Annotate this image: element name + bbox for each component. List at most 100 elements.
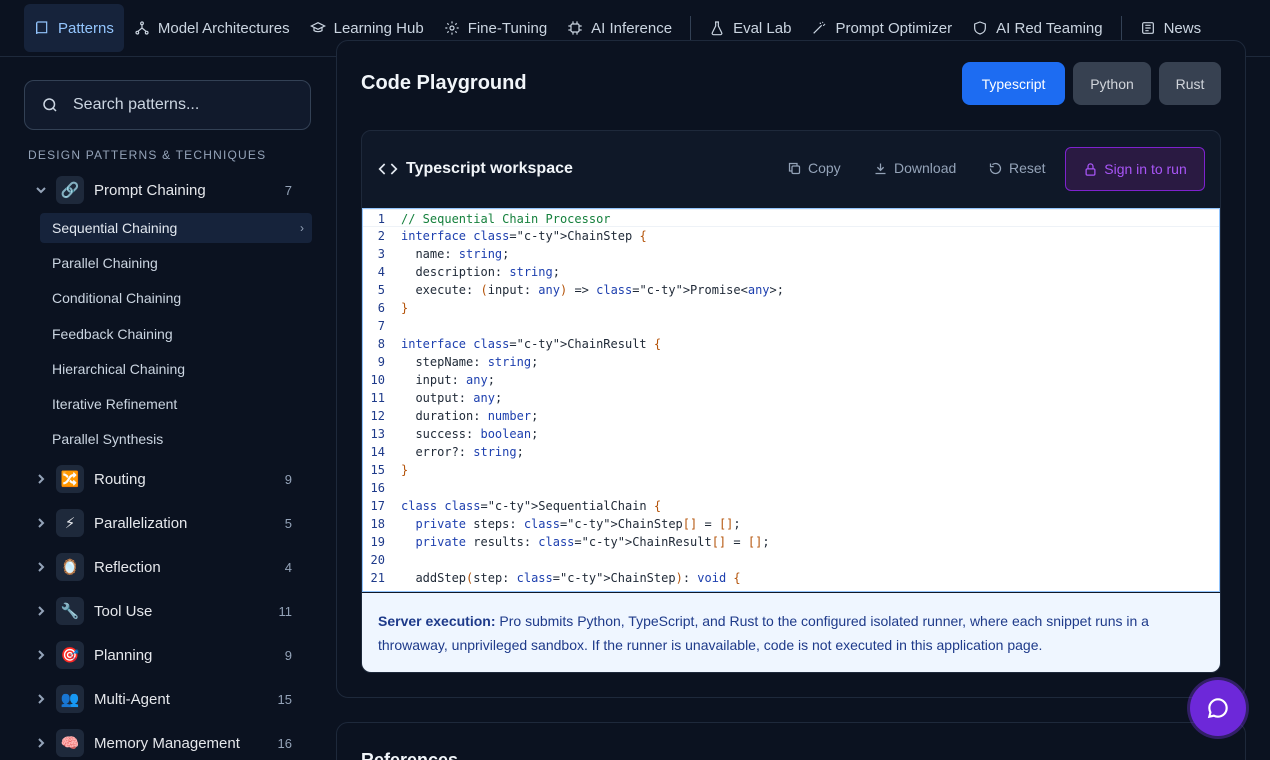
code-line[interactable]: 14 error?: string; (363, 443, 1219, 461)
chevron-down-icon[interactable] (32, 181, 50, 199)
sidebar-group-memory-management[interactable]: 🧠 Memory Management 16 (32, 725, 312, 760)
link-icon: 🔗 (56, 176, 84, 204)
lightning-icon: ⚡ (56, 509, 84, 537)
chevron-right-icon[interactable] (32, 734, 50, 752)
nav-label: Model Architectures (157, 19, 290, 37)
code-text: interface class="c-ty">ChainStep { (401, 229, 647, 243)
code-line[interactable]: 18 private steps: class="c-ty">ChainStep… (363, 515, 1219, 533)
code-line[interactable]: 9 stepName: string; (363, 353, 1219, 371)
sidebar-group-tool-use[interactable]: 🔧 Tool Use 11 (32, 593, 312, 629)
nav-divider (690, 16, 692, 40)
shuffle-icon: 🔀 (56, 465, 84, 493)
code-line[interactable]: 4 description: string; (363, 263, 1219, 281)
sidebar-group-multi-agent[interactable]: 👥 Multi-Agent 15 (32, 681, 312, 717)
code-text: error?: string; (401, 445, 524, 459)
group-label: Prompt Chaining (94, 181, 206, 199)
chevron-right-icon: › (300, 221, 304, 235)
sidebar-item-iterative-refinement[interactable]: Iterative Refinement (40, 389, 312, 419)
sidebar-item-parallel-synthesis[interactable]: Parallel Synthesis (40, 424, 312, 454)
code-text: name: string; (401, 247, 510, 261)
code-text: private results: class="c-ty">ChainResul… (415, 535, 770, 549)
chevron-right-icon[interactable] (32, 602, 50, 620)
code-line[interactable]: 15} (363, 461, 1219, 479)
chevron-right-icon[interactable] (32, 514, 50, 532)
code-text: description: string; (401, 265, 560, 279)
sub-item-label: Conditional Chaining (52, 290, 182, 306)
copy-button[interactable]: Copy (787, 160, 841, 176)
copy-icon (788, 162, 801, 174)
graduation-cap-icon (309, 21, 326, 33)
line-number: 13 (370, 427, 385, 441)
sidebar-group-parallelization[interactable]: ⚡ Parallelization 5 (32, 505, 312, 541)
chevron-right-icon[interactable] (32, 646, 50, 664)
language-button-typescript[interactable]: Typescript (962, 62, 1065, 105)
sidebar-item-sequential-chaining[interactable]: Sequential Chaining › (40, 213, 312, 243)
code-text: } (401, 301, 409, 315)
sidebar-group-reflection[interactable]: 🪞 Reflection 4 (32, 549, 312, 585)
group-count: 16 (277, 735, 292, 751)
sub-item-label: Parallel Chaining (52, 255, 158, 271)
sidebar-item-conditional-chaining[interactable]: Conditional Chaining (40, 283, 312, 313)
code-text: private steps: class="c-ty">ChainStep[] … (415, 517, 741, 531)
download-button[interactable]: Download (873, 160, 956, 176)
sidebar-item-parallel-chaining[interactable]: Parallel Chaining (40, 248, 312, 278)
search-box[interactable] (24, 80, 311, 130)
language-button-python[interactable]: Python (1073, 62, 1151, 105)
code-text: input: any; (401, 373, 495, 387)
code-text: interface class="c-ty">ChainResult { (401, 337, 662, 351)
code-editor[interactable]: 1 // Sequential Chain Processor 2 interface… (362, 208, 1220, 592)
mirror-icon: 🪞 (56, 553, 84, 581)
sidebar-item-hierarchical-chaining[interactable]: Hierarchical Chaining (40, 354, 312, 384)
code-line[interactable]: 2 interface class="c-ty">ChainStep { (363, 227, 1219, 245)
code-line[interactable]: 1 // Sequential Chain Processor (363, 209, 1219, 227)
code-line[interactable]: 21 addStep(step: class="c-ty">ChainStep)… (363, 569, 1219, 587)
code-line[interactable]: 13 success: boolean; (363, 425, 1219, 443)
wrench-icon: 🔧 (56, 597, 84, 625)
sidebar: DESIGN PATTERNS & TECHNIQUES 🔗 Prompt Ch… (0, 57, 325, 760)
code-line[interactable]: 16 (363, 479, 1219, 497)
chevron-right-icon[interactable] (32, 470, 50, 488)
search-icon (43, 98, 57, 112)
code-text: class class="c-ty">SequentialChain { (401, 499, 662, 513)
chat-button[interactable] (1190, 680, 1246, 736)
page-title: Code Playground (361, 72, 527, 94)
sidebar-group-routing[interactable]: 🔀 Routing 9 (32, 461, 312, 497)
sign-in-to-run-button[interactable]: Sign in to run (1065, 147, 1205, 191)
code-text: addStep(step: class="c-ty">ChainStep): v… (401, 571, 741, 585)
line-number: 8 (377, 337, 385, 351)
references-title: References (361, 750, 459, 760)
sidebar-group-prompt-chaining[interactable]: 🔗 Prompt Chaining 7 (32, 172, 312, 208)
line-number: 4 (377, 265, 385, 279)
sidebar-item-feedback-chaining[interactable]: Feedback Chaining (40, 319, 312, 349)
code-line[interactable]: 8 interface class="c-ty">ChainResult { (363, 335, 1219, 353)
code-line[interactable]: 20 (363, 551, 1219, 569)
line-number: 16 (370, 481, 385, 495)
newspaper-icon (1141, 22, 1154, 34)
sub-item-label: Sequential Chaining (52, 220, 178, 236)
sidebar-group-planning[interactable]: 🎯 Planning 9 (32, 637, 312, 673)
chevron-right-icon[interactable] (32, 690, 50, 708)
code-line[interactable]: 19 private results: class="c-ty">ChainRe… (363, 533, 1219, 551)
code-line[interactable]: 7 (363, 317, 1219, 335)
code-line[interactable]: 12 duration: number; (363, 407, 1219, 425)
copy-label: Copy (808, 160, 841, 176)
line-number: 5 (377, 283, 385, 297)
nav-patterns[interactable]: Patterns (24, 4, 124, 52)
shield-icon (974, 21, 987, 35)
code-line[interactable]: 10 input: any; (363, 371, 1219, 389)
code-line[interactable]: 5 execute: (input: any) => class="c-ty">… (363, 281, 1219, 299)
lock-icon (1085, 162, 1096, 176)
reset-button[interactable]: Reset (988, 160, 1046, 176)
code-line[interactable]: 11 output: any; (363, 389, 1219, 407)
code-line[interactable]: 17 class class="c-ty">SequentialChain { (363, 497, 1219, 515)
nav-model-architectures[interactable]: Model Architectures (124, 4, 300, 52)
group-label: Planning (94, 646, 153, 664)
line-number: 15 (370, 463, 385, 477)
code-line[interactable]: 3 name: string; (363, 245, 1219, 263)
references-card (336, 722, 1246, 760)
code-line[interactable]: 6} (363, 299, 1219, 317)
group-count: 11 (278, 603, 293, 619)
language-button-rust[interactable]: Rust (1159, 62, 1221, 105)
chevron-right-icon[interactable] (32, 558, 50, 576)
search-input[interactable] (73, 96, 293, 114)
